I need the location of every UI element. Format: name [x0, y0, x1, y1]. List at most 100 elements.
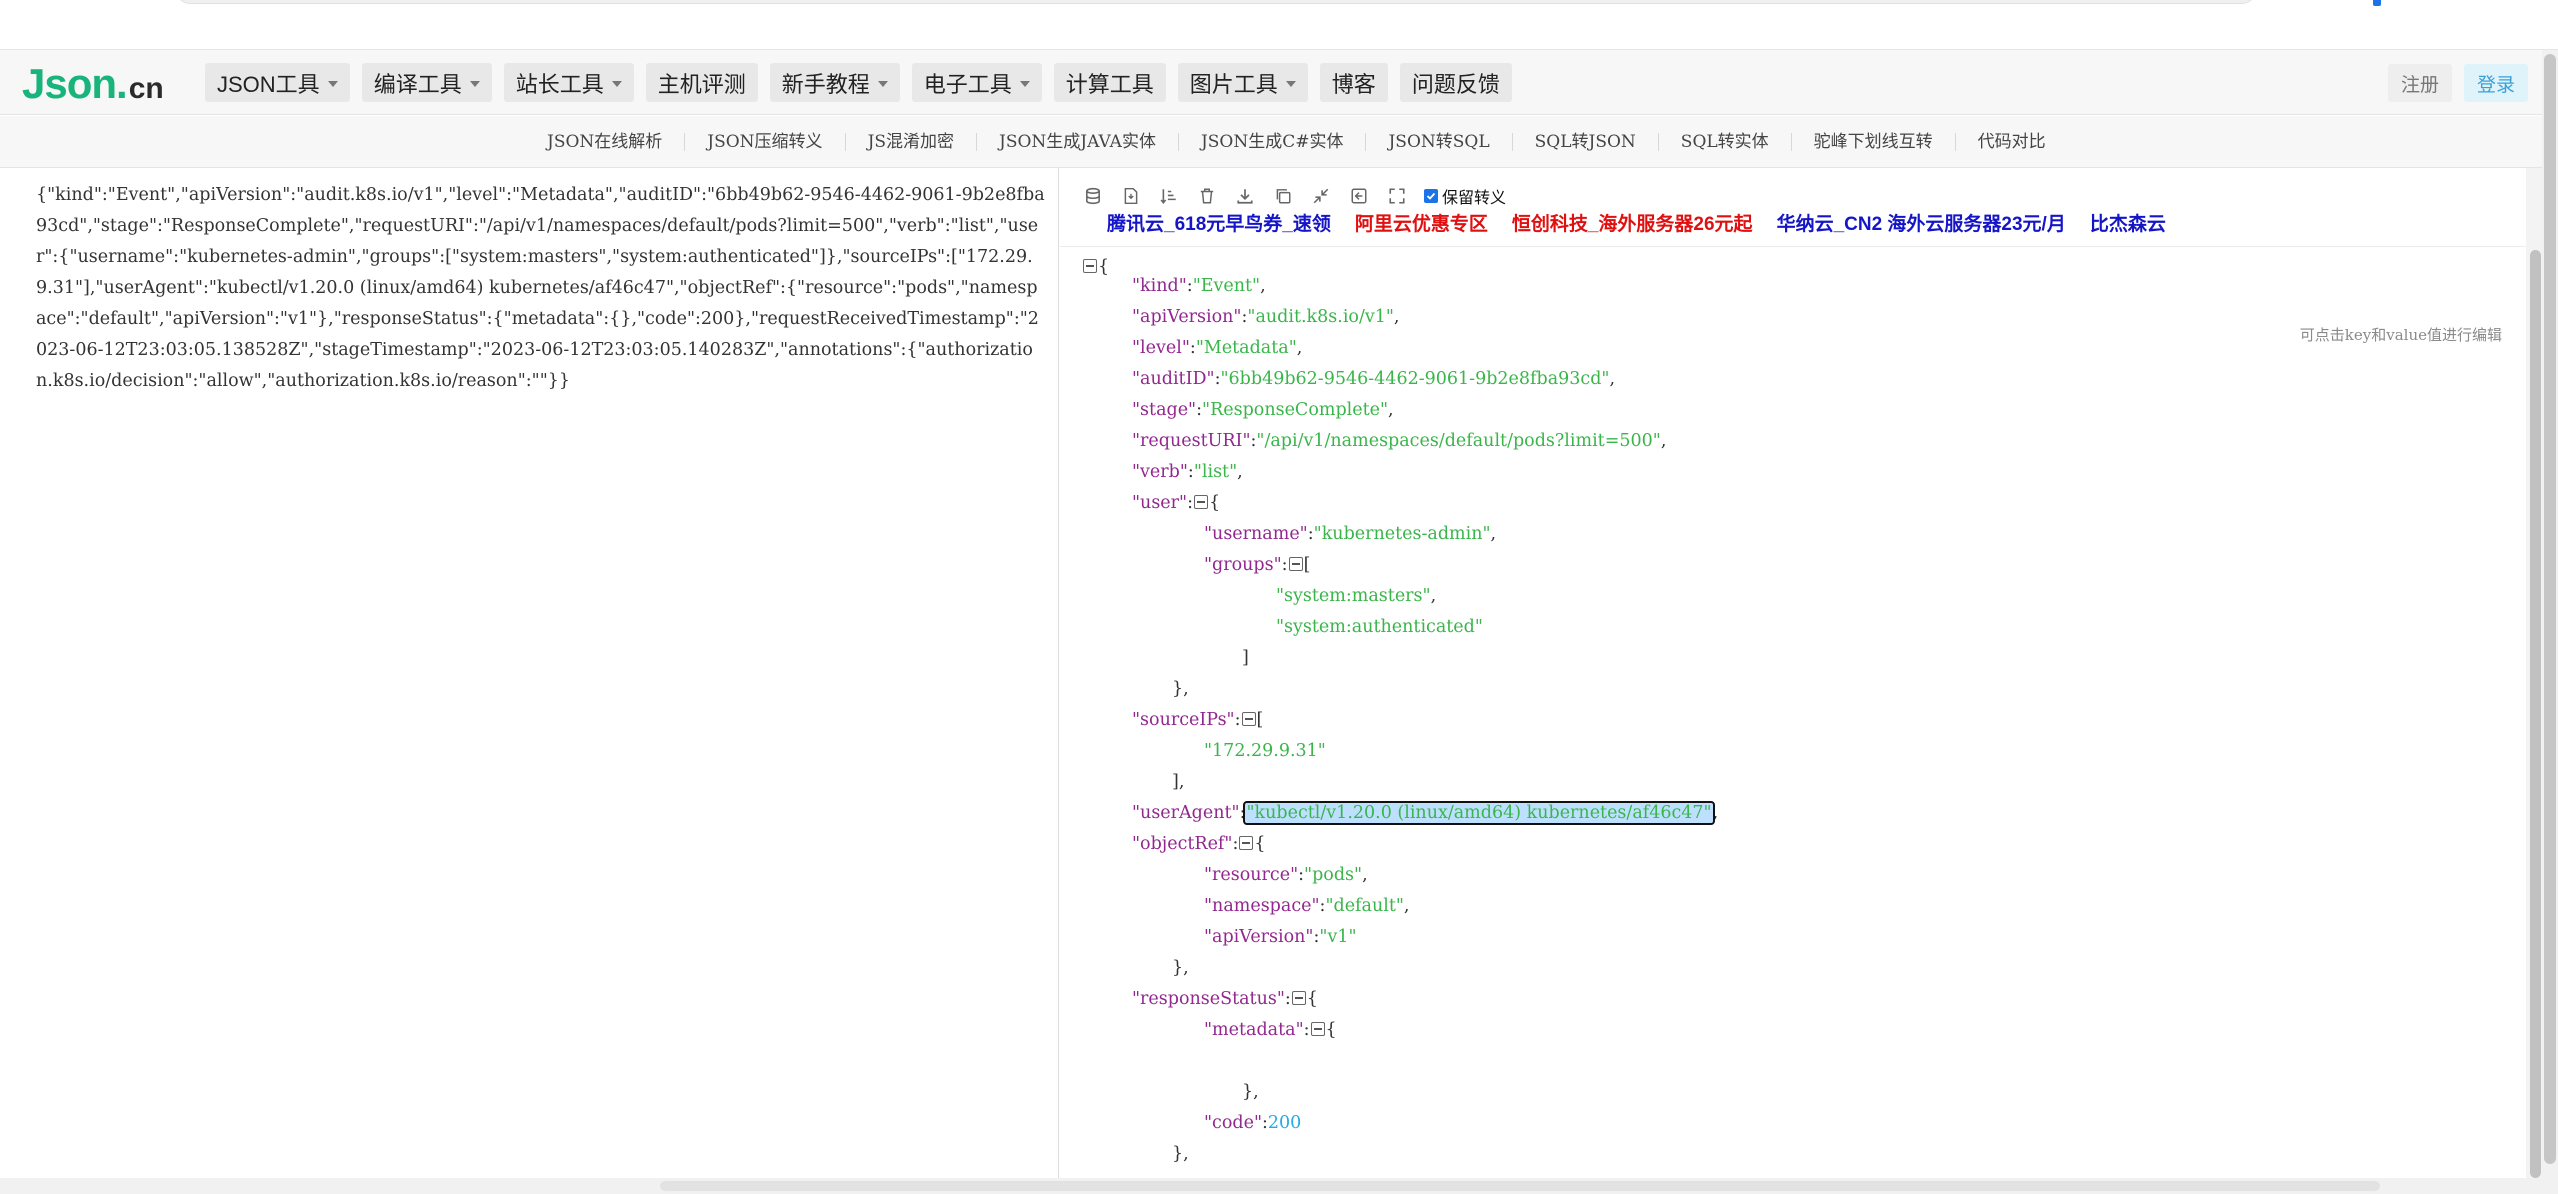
- json-value[interactable]: "kubernetes-admin": [1314, 524, 1491, 544]
- subnav-link-5[interactable]: JSON转SQL: [1366, 133, 1513, 151]
- download-icon[interactable]: [1232, 184, 1258, 208]
- json-key[interactable]: "namespace": [1204, 896, 1320, 916]
- ad-link-3[interactable]: 华纳云_CN2 海外云服务器23元/月: [1777, 209, 2066, 236]
- nav-item-5[interactable]: 电子工具: [911, 63, 1042, 102]
- tree-row-user[interactable]: "user":{: [1132, 488, 1220, 519]
- json-key[interactable]: "metadata": [1204, 1020, 1304, 1040]
- json-value[interactable]: "172.29.9.31": [1204, 741, 1326, 761]
- file-icon[interactable]: [1118, 184, 1144, 208]
- trash-icon[interactable]: [1194, 184, 1220, 208]
- register-button[interactable]: 注册: [2387, 64, 2452, 102]
- horizontal-scroll-thumb[interactable]: [660, 1181, 2380, 1191]
- nav-item-6[interactable]: 计算工具: [1053, 63, 1166, 102]
- tree-row-kind[interactable]: "kind":"Event",: [1132, 271, 1266, 302]
- subnav-link-6[interactable]: SQL转JSON: [1513, 133, 1659, 151]
- nav-item-1[interactable]: 编译工具: [361, 63, 492, 102]
- tree-row-code[interactable]: "code":200: [1204, 1108, 1301, 1139]
- json-value[interactable]: "6bb49b62-9546-4462-9061-9b2e8fba93cd": [1220, 369, 1609, 389]
- screenshot-icon[interactable]: [1346, 184, 1372, 208]
- site-logo[interactable]: Json. cn: [22, 60, 164, 107]
- json-key[interactable]: "code": [1204, 1113, 1262, 1133]
- json-value[interactable]: "list": [1194, 462, 1237, 482]
- json-value-selected[interactable]: "kubectl/v1.20.0 (linux/amd64) kubernete…: [1243, 801, 1715, 825]
- tree-row-requestURI[interactable]: "requestURI":"/api/v1/namespaces/default…: [1132, 426, 1666, 457]
- json-value[interactable]: "pods": [1304, 865, 1362, 885]
- collapse-toggle-icon[interactable]: [1241, 712, 1256, 726]
- database-icon[interactable]: [1080, 184, 1106, 208]
- json-value[interactable]: "Metadata": [1196, 338, 1297, 358]
- collapse-toggle-icon[interactable]: [1193, 495, 1208, 509]
- tree-row-stage[interactable]: "stage":"ResponseComplete",: [1132, 395, 1394, 426]
- collapse-toggle-icon[interactable]: [1310, 1022, 1325, 1036]
- json-key[interactable]: "verb": [1132, 462, 1188, 482]
- collapse-toggle-icon[interactable]: [1239, 836, 1254, 850]
- tree-row-ip-0[interactable]: "172.29.9.31": [1204, 736, 1326, 767]
- json-key[interactable]: "user": [1132, 493, 1187, 513]
- tree-row-groups[interactable]: "groups":[: [1204, 550, 1310, 581]
- copy-icon[interactable]: [1270, 184, 1296, 208]
- json-key[interactable]: "groups": [1204, 555, 1282, 575]
- tree-row-auditID[interactable]: "auditID":"6bb49b62-9546-4462-9061-9b2e8…: [1132, 364, 1615, 395]
- tree-row-level[interactable]: "level":"Metadata",: [1132, 333, 1302, 364]
- tree-row-responseStatus[interactable]: "responseStatus":{: [1132, 984, 1318, 1015]
- nav-item-4[interactable]: 新手教程: [769, 63, 900, 102]
- tree-row-username[interactable]: "username":"kubernetes-admin",: [1204, 519, 1496, 550]
- ad-link-4[interactable]: 比杰森云: [2090, 209, 2166, 236]
- nav-item-9[interactable]: 问题反馈: [1399, 63, 1512, 102]
- json-key[interactable]: "resource": [1204, 865, 1298, 885]
- subnav-link-7[interactable]: SQL转实体: [1659, 133, 1792, 151]
- ad-link-2[interactable]: 恒创科技_海外服务器26元起: [1512, 209, 1753, 236]
- json-value[interactable]: 200: [1268, 1113, 1301, 1133]
- subnav-link-9[interactable]: 代码对比: [1956, 133, 2068, 151]
- tree-row-objApiVersion[interactable]: "apiVersion":"v1": [1204, 922, 1357, 953]
- tree-row-verb[interactable]: "verb":"list",: [1132, 457, 1243, 488]
- subnav-link-4[interactable]: JSON生成C#实体: [1179, 133, 1367, 151]
- tree-row-objectRef[interactable]: "objectRef":{: [1132, 829, 1266, 860]
- json-key[interactable]: "objectRef": [1132, 834, 1232, 854]
- json-value[interactable]: "/api/v1/namespaces/default/pods?limit=5…: [1256, 431, 1660, 451]
- tree-row-resource[interactable]: "resource":"pods",: [1204, 860, 1368, 891]
- horizontal-scrollbar[interactable]: [0, 1178, 2558, 1194]
- nav-item-2[interactable]: 站长工具: [503, 63, 634, 102]
- json-key[interactable]: "stage": [1132, 400, 1196, 420]
- tree-row-group-1[interactable]: "system:authenticated": [1276, 612, 1483, 643]
- compress-icon[interactable]: [1308, 184, 1334, 208]
- json-value[interactable]: "system:masters": [1276, 586, 1431, 606]
- json-key[interactable]: "auditID": [1132, 369, 1215, 389]
- subnav-link-3[interactable]: JSON生成JAVA实体: [977, 133, 1179, 151]
- subnav-link-1[interactable]: JSON压缩转义: [685, 133, 846, 151]
- json-value[interactable]: "ResponseComplete": [1202, 400, 1388, 420]
- json-value[interactable]: "Event": [1193, 276, 1260, 296]
- ad-link-0[interactable]: 腾讯云_618元早鸟券_速领: [1107, 209, 1331, 236]
- subnav-link-8[interactable]: 驼峰下划线互转: [1792, 133, 1956, 151]
- json-key[interactable]: "sourceIPs": [1132, 710, 1235, 730]
- collapse-toggle-icon[interactable]: [1083, 259, 1097, 273]
- keep-escape-checkbox[interactable]: 保留转义: [1424, 184, 1506, 208]
- tree-scrollbar[interactable]: [2530, 250, 2541, 1178]
- nav-item-3[interactable]: 主机评测: [645, 63, 758, 102]
- json-key[interactable]: "apiVersion": [1132, 307, 1241, 327]
- tree-row-userAgent[interactable]: "userAgent":"kubectl/v1.20.0 (linux/amd6…: [1132, 798, 1718, 829]
- login-button[interactable]: 登录: [2463, 64, 2528, 102]
- nav-item-0[interactable]: JSON工具: [205, 63, 350, 102]
- tree-row-metadata[interactable]: "metadata":{: [1204, 1015, 1337, 1046]
- collapse-toggle-icon[interactable]: [1291, 991, 1306, 1005]
- tree-row-apiVersion[interactable]: "apiVersion":"audit.k8s.io/v1",: [1132, 302, 1400, 333]
- json-value[interactable]: "system:authenticated": [1276, 617, 1483, 637]
- json-value[interactable]: "v1": [1319, 927, 1356, 947]
- raw-json-input[interactable]: {"kind":"Event","apiVersion":"audit.k8s.…: [36, 180, 1046, 397]
- json-key[interactable]: "username": [1204, 524, 1308, 544]
- ad-link-1[interactable]: 阿里云优惠专区: [1355, 209, 1488, 236]
- json-value[interactable]: "default": [1325, 896, 1403, 916]
- json-key[interactable]: "responseStatus": [1132, 989, 1285, 1009]
- address-bar[interactable]: [176, 0, 2256, 4]
- json-key[interactable]: "userAgent": [1132, 803, 1240, 823]
- fullscreen-icon[interactable]: [1384, 184, 1410, 208]
- json-value[interactable]: "audit.k8s.io/v1": [1247, 307, 1394, 327]
- tree-row-group-0[interactable]: "system:masters",: [1276, 581, 1436, 612]
- json-key[interactable]: "apiVersion": [1204, 927, 1313, 947]
- collapse-toggle-icon[interactable]: [1288, 557, 1303, 571]
- checkbox-checked-icon[interactable]: [1424, 189, 1438, 203]
- page-scroll-thumb[interactable]: [2544, 54, 2556, 1164]
- json-key[interactable]: "requestURI": [1132, 431, 1251, 451]
